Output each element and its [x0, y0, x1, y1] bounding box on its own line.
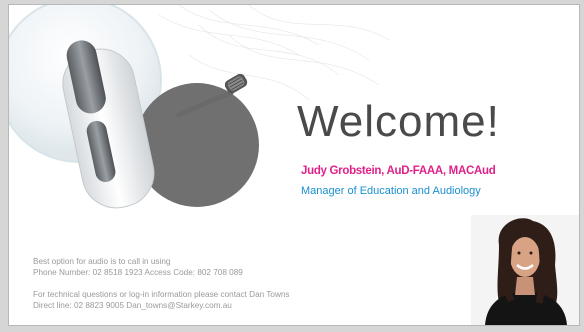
presenter-name: Judy Grobstein, AuD-FAAA, MACAud: [301, 165, 496, 177]
presenter-role: Manager of Education and Audiology: [301, 185, 481, 197]
slide-title: Welcome!: [297, 97, 500, 146]
tech-info: For technical questions or log-in inform…: [33, 289, 290, 311]
audio-info-line: Best option for audio is to call in usin…: [33, 257, 171, 266]
presenter-photo: [471, 215, 579, 325]
tech-info-line: For technical questions or log-in inform…: [33, 290, 290, 299]
audio-info: Best option for audio is to call in usin…: [33, 256, 243, 278]
audio-info-phone: Phone Number: 02 8518 1923 Access Code: …: [33, 268, 243, 277]
presentation-slide: Welcome! Judy Grobstein, AuD-FAAA, MACAu…: [8, 4, 580, 326]
tech-info-contact: Direct line: 02 8823 9005 Dan_towns@Star…: [33, 301, 232, 310]
